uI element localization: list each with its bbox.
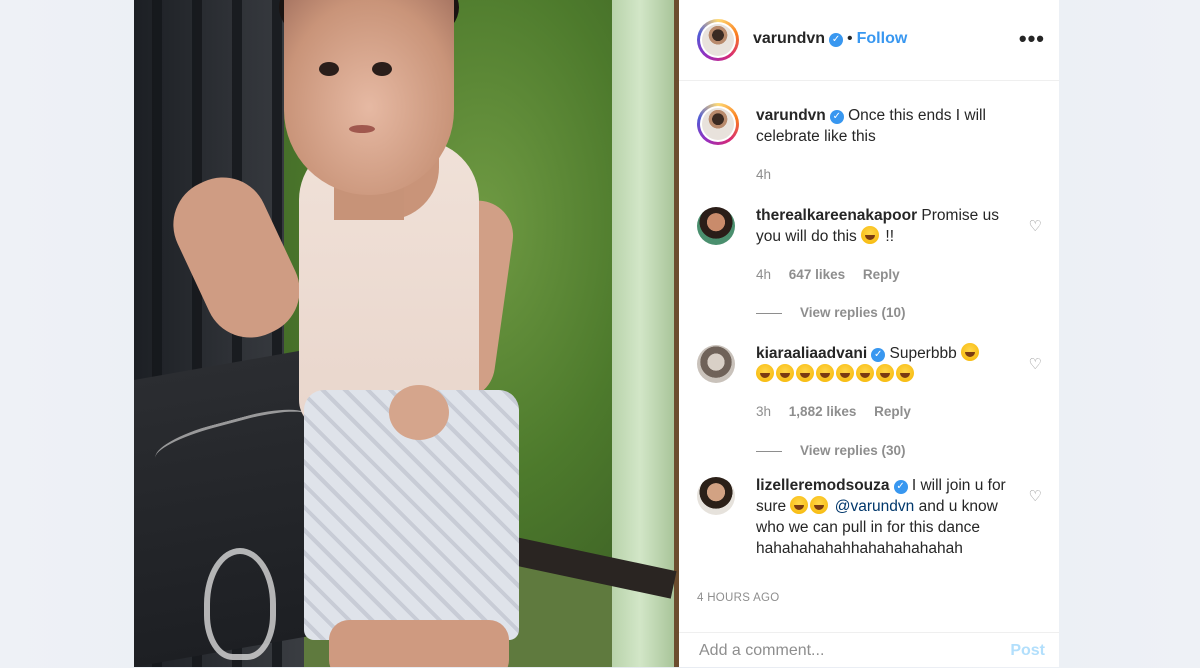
view-replies-button[interactable]: View replies (30)	[756, 440, 906, 461]
zany-emoji-icon	[810, 496, 829, 514]
view-replies-line	[756, 450, 782, 452]
rofl-emoji-row	[756, 364, 916, 383]
laughing-emoji-icon	[861, 226, 880, 244]
author-avatar[interactable]	[697, 19, 739, 61]
post-media-video[interactable]	[134, 0, 679, 667]
add-comment-input[interactable]	[697, 641, 981, 661]
verified-badge-icon: ✓	[829, 110, 844, 124]
rofl-emoji-icon	[961, 343, 980, 361]
heart-icon[interactable]: ♡	[1029, 486, 1042, 507]
heart-icon[interactable]: ♡	[1029, 354, 1042, 375]
verified-badge-icon: ✓	[893, 480, 908, 494]
view-replies-line	[756, 312, 782, 314]
mention-link[interactable]: @varundvn	[835, 498, 915, 515]
caption-time: 4h	[756, 167, 772, 182]
child-fist	[389, 385, 449, 440]
comment-likes[interactable]: 647 likes	[789, 267, 845, 282]
post-comment-button[interactable]: Post	[1010, 642, 1045, 660]
media-leaf-pattern	[204, 548, 276, 660]
rofl-emoji-icon	[796, 364, 814, 382]
comment-time: 4h	[756, 267, 772, 282]
add-comment-bar: Post	[679, 632, 1059, 668]
commenter-username[interactable]: lizelleremodsouza	[756, 477, 890, 494]
post-time-ago: 4 HOURS AGO	[697, 592, 780, 604]
commenter-username[interactable]: therealkareenakapoor	[756, 207, 917, 224]
view-replies-label: View replies (10)	[800, 305, 906, 320]
caption-username[interactable]: varundvn	[756, 107, 826, 124]
rofl-emoji-icon	[856, 364, 874, 382]
post-header: varundvn ✓ • Follow •••	[679, 0, 1059, 81]
rofl-emoji-icon	[896, 364, 914, 382]
commenter-avatar[interactable]	[697, 477, 735, 515]
rofl-emoji-icon	[756, 364, 774, 382]
comments-panel: varundvn ✓ • Follow ••• varundvn ✓ Once this…	[679, 0, 1059, 667]
reply-button[interactable]: Reply	[863, 267, 900, 282]
rofl-emoji-icon	[816, 364, 834, 382]
comment-text: Superbbb	[889, 345, 957, 362]
rofl-emoji-icon	[776, 364, 794, 382]
child-legs	[329, 620, 509, 667]
heart-icon[interactable]: ♡	[1029, 216, 1042, 237]
verified-badge-icon: ✓	[871, 348, 886, 362]
reply-button[interactable]: Reply	[874, 404, 911, 419]
caption-avatar[interactable]	[697, 103, 739, 145]
author-avatar-image	[702, 24, 734, 56]
tongue-emoji-icon	[790, 496, 809, 514]
caption-avatar-image	[702, 108, 734, 140]
comment-text-suffix: !!	[881, 228, 895, 245]
child-head	[284, 0, 454, 195]
child-mouth	[349, 125, 375, 133]
commenter-username[interactable]: kiaraaliaadvani	[756, 345, 867, 362]
follow-button[interactable]: Follow	[857, 30, 908, 47]
more-options-icon[interactable]: •••	[1019, 26, 1045, 52]
author-username[interactable]: varundvn	[753, 30, 825, 47]
commenter-avatar[interactable]	[697, 207, 735, 245]
commenter-avatar[interactable]	[697, 345, 735, 383]
view-replies-button[interactable]: View replies (10)	[756, 302, 906, 323]
comment-time: 3h	[756, 404, 772, 419]
comment-likes[interactable]: 1,882 likes	[789, 404, 857, 419]
child-eye	[372, 62, 392, 76]
rofl-emoji-icon	[836, 364, 854, 382]
child-eye	[319, 62, 339, 76]
rofl-emoji-icon	[876, 364, 894, 382]
separator-dot: •	[847, 30, 853, 47]
view-replies-label: View replies (30)	[800, 443, 906, 458]
verified-badge-icon: ✓	[829, 33, 844, 47]
